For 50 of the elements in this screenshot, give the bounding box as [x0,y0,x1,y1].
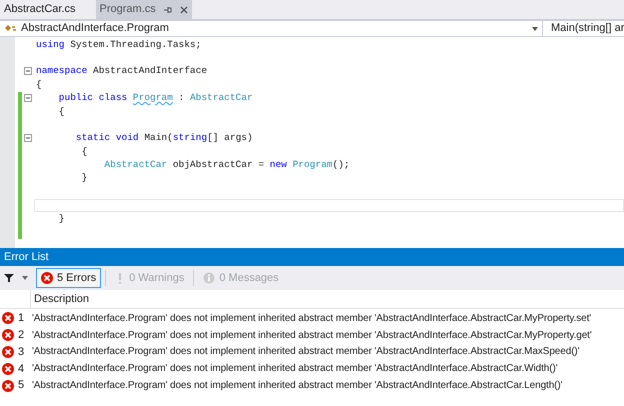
type-dropdown[interactable]: AbstractAndInterface.Program [0,21,543,36]
code-token: new [270,158,288,172]
error-number: 1 [17,311,26,326]
code-token: public class [58,91,128,106]
close-icon[interactable] [180,6,188,14]
code-token: System.Threading.Tasks; [69,38,202,52]
code-token: Program [292,158,332,172]
caret-icon[interactable] [22,276,28,280]
pin-icon[interactable] [164,6,172,14]
code-token: string [172,131,208,146]
collapse-icon[interactable] [24,67,32,76]
filter-button[interactable]: 5 Errors [36,268,102,288]
code-token: AbstractCar [103,158,168,172]
filter-icon[interactable] [4,273,14,283]
info-icon [203,272,216,284]
error-description[interactable]: 'AbstractAndInterface.Program' does not implement inherited abstract member 'AbstractAndInterface.AbstractCar.Length()' [32,378,562,394]
error-number: 2 [17,328,26,343]
code-token: (); [332,158,350,172]
file-tab[interactable]: Program.cs [96,0,192,19]
class-icon [4,23,17,34]
error-description[interactable]: 'AbstractAndInterface.Program' does not implement inherited abstract member 'AbstractAndInterface.AbstractCar.MaxSpeed()' [32,344,580,360]
code-token: objAbstractCar = [172,158,266,172]
code-token: static void [74,131,139,146]
code-token: { [58,104,65,119]
code-token: using [36,38,65,52]
error-squiggle-token: Program [132,91,173,106]
file-tab[interactable]: AbstractCar.cs [0,0,80,19]
code-token: namespace [36,64,88,78]
collapse-icon[interactable] [24,134,32,142]
error-list-title: Error List [0,248,624,266]
error-number: 3 [17,344,26,360]
code-token: { [80,144,88,159]
code-token: { [36,78,42,92]
error-description[interactable]: 'AbstractAndInterface.Program' does not implement inherited abstract member 'AbstractAndInterface.AbstractCar.Width()' [32,361,558,376]
type-name: AbstractAndInterface.Program [21,21,170,36]
error-icon [41,272,53,284]
code-token: AbstractCar [190,91,253,106]
code-token: AbstractAndInterface [92,64,208,78]
error-description[interactable]: 'AbstractAndInterface.Program' does not implement inherited abstract member 'AbstractAndInterface.AbstractCar.MyProperty.set' [32,310,592,326]
collapse-icon[interactable] [24,94,32,102]
error-number: 4 [17,362,26,377]
caret-icon [532,26,538,30]
code-token: : [178,91,186,106]
error-number: 5 [17,378,26,394]
code-token: } [80,171,88,186]
code-token: } [58,212,65,226]
error-description[interactable]: 'AbstractAndInterface.Program' does not implement inherited abstract member 'AbstractAndInterface.AbstractCar.MyProperty.get' [32,328,592,343]
column-header[interactable]: Description [31,290,92,308]
code-token: Main( [143,131,173,146]
code-token: [] args) [207,131,253,146]
